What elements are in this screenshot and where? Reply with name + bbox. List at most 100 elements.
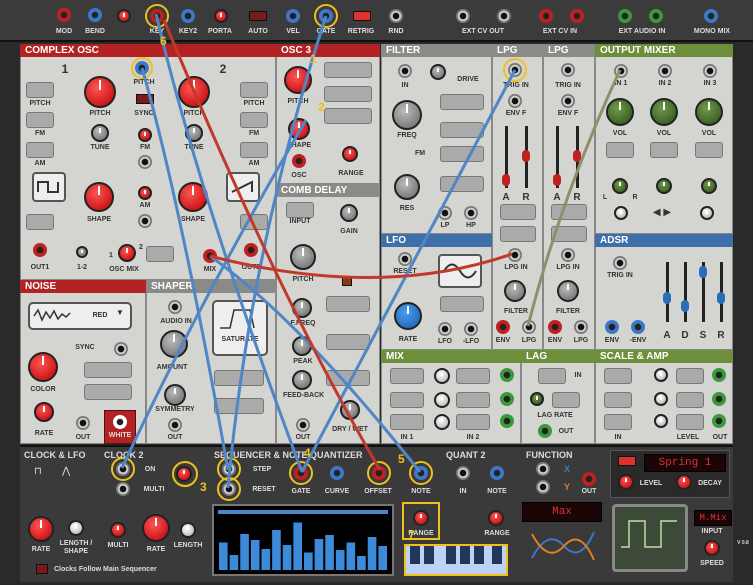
shaper-cv-1[interactable] [214, 370, 264, 386]
lpg1-cv-2[interactable] [500, 226, 536, 242]
osc1-pitch-knob[interactable] [84, 76, 116, 108]
clock2-length-knob[interactable] [180, 522, 196, 538]
osc2-shape-cv[interactable] [240, 214, 268, 230]
mix-out1-jack[interactable] [500, 368, 514, 382]
white-jack[interactable] [113, 415, 127, 429]
osc3-range-knob[interactable] [342, 146, 358, 162]
seq-step-bar[interactable] [378, 546, 387, 570]
shaper-cv-2[interactable] [214, 398, 264, 414]
comb-feedback-knob[interactable] [292, 370, 312, 390]
mix-level2-knob[interactable] [434, 392, 450, 408]
mix-in1-a[interactable] [390, 368, 424, 384]
osc2-am-cv-r[interactable] [240, 142, 268, 158]
noise-cv-2[interactable] [84, 384, 132, 400]
osc2-wave-display[interactable] [226, 172, 260, 202]
clock2-multi-jack[interactable] [116, 482, 130, 496]
osc-mix-knob[interactable] [118, 244, 136, 262]
lpg2-envf-jack[interactable] [561, 94, 575, 108]
seq-step-bar[interactable] [261, 549, 271, 570]
mixer-pan2-knob[interactable] [656, 178, 672, 194]
comb-pitch-knob[interactable] [290, 244, 316, 270]
key-knob[interactable] [117, 9, 131, 23]
osc2-fm-jack[interactable] [138, 155, 152, 169]
comb-drywet-knob[interactable] [340, 400, 360, 420]
out2-jack[interactable] [244, 243, 258, 257]
mix-in2-a[interactable] [456, 368, 490, 384]
filter-freq-knob[interactable] [392, 100, 422, 130]
filter-res-knob[interactable] [394, 174, 420, 200]
seq-step-bar[interactable] [304, 552, 313, 571]
seq-step-bar[interactable] [282, 545, 292, 570]
clock2-rate-knob[interactable] [142, 514, 170, 542]
osc1-pitch-cv[interactable] [26, 82, 54, 98]
function-display[interactable]: Max [522, 502, 602, 522]
seq-step-bar[interactable] [357, 556, 366, 570]
osc1-shape-cv[interactable] [26, 214, 54, 230]
shaper-amount-knob[interactable] [160, 330, 188, 358]
mixer-vol3-knob[interactable] [695, 98, 723, 126]
ext-cv-out-jack-1[interactable] [456, 9, 470, 23]
seq-step-bar[interactable] [314, 539, 324, 570]
osc2-am-jack[interactable] [138, 214, 152, 228]
mix-in1-b[interactable] [390, 392, 424, 408]
lpg2-filter-knob[interactable] [557, 280, 579, 302]
mixer-cv-3[interactable] [695, 142, 723, 158]
lfo-wave-display[interactable] [438, 254, 482, 288]
mixer-in3-jack[interactable] [703, 64, 717, 78]
one-two-knob[interactable] [76, 246, 88, 258]
lpg2-lpg-jack[interactable] [574, 320, 588, 334]
mix-out3-jack[interactable] [500, 414, 514, 428]
lpg1-a-slider[interactable] [502, 126, 510, 188]
delay-decay-knob[interactable] [676, 474, 692, 490]
lag-rate-knob[interactable] [530, 392, 544, 406]
seq-step-bar[interactable] [219, 542, 228, 571]
mixer-bal-right-knob[interactable] [700, 206, 714, 220]
mix-jack[interactable] [203, 249, 217, 263]
clocks-follow-checkbox[interactable] [36, 564, 48, 574]
rnd-jack[interactable] [389, 9, 403, 23]
comb-peak-knob[interactable] [292, 336, 312, 356]
scope-speed-knob[interactable] [704, 540, 720, 556]
vel-jack[interactable] [286, 9, 300, 23]
scale-in-a[interactable] [604, 368, 632, 384]
key2-jack[interactable] [181, 9, 195, 23]
quant2-range-knob[interactable] [488, 510, 504, 526]
scale-out3-jack[interactable] [712, 414, 726, 428]
seq-step-bar[interactable] [240, 534, 249, 570]
out1-jack[interactable] [33, 243, 47, 257]
mixer-pan1-knob[interactable] [612, 178, 628, 194]
shaper-audio-in-jack[interactable] [168, 300, 182, 314]
osc2-pitch-cv-r[interactable] [240, 82, 268, 98]
mixer-vol1-knob[interactable] [606, 98, 634, 126]
filter-cv-mid[interactable] [440, 122, 484, 138]
scale-in-c[interactable] [604, 414, 632, 430]
lpg1-envf-jack[interactable] [508, 94, 522, 108]
ext-cv-in-jack-2[interactable] [570, 9, 584, 23]
osc2-pitch-knob[interactable] [178, 76, 210, 108]
ext-audio-in-jack-1[interactable] [618, 9, 632, 23]
osc2-tune-knob[interactable] [185, 124, 203, 142]
scale-cv-c[interactable] [676, 414, 704, 430]
mix-out2-jack[interactable] [500, 392, 514, 406]
lpg2-r-slider[interactable] [573, 126, 581, 188]
adsr-neg-env-jack[interactable] [631, 320, 645, 334]
noise-color-knob[interactable] [28, 352, 58, 382]
seq-step-bar[interactable] [293, 522, 302, 571]
scale-level1-knob[interactable] [654, 368, 668, 382]
scale-cv-a[interactable] [676, 368, 704, 384]
noise-out-jack[interactable] [76, 416, 90, 430]
delay-level-knob[interactable] [618, 474, 634, 490]
auto-switch[interactable] [249, 11, 267, 21]
lfo-neg-jack[interactable] [464, 322, 478, 336]
seq-step-bar[interactable] [250, 540, 260, 570]
shaper-saturate-display[interactable] [212, 300, 268, 356]
scale-out1-jack[interactable] [712, 368, 726, 382]
seq-step-bar[interactable] [346, 542, 356, 571]
filter-fm-cv[interactable] [440, 146, 484, 162]
osc1-wave-display[interactable] [32, 172, 66, 202]
mix-in2-b[interactable] [456, 392, 490, 408]
clock-rate-knob[interactable] [28, 516, 54, 542]
filter-cv-top[interactable] [440, 94, 484, 110]
noise-cv-1[interactable] [84, 362, 132, 378]
filter-drive-knob[interactable] [430, 64, 446, 80]
